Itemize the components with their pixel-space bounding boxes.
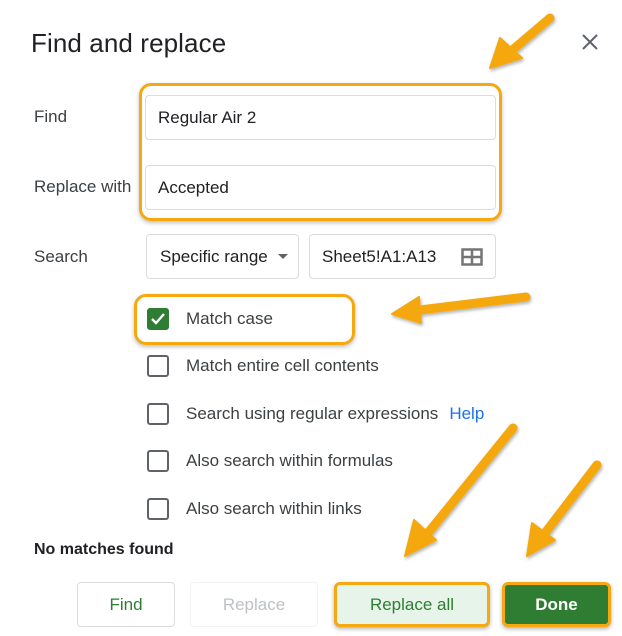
grid-select-icon[interactable]: [461, 247, 483, 266]
help-link[interactable]: Help: [449, 404, 484, 424]
range-input-value: Sheet5!A1:A13: [322, 246, 437, 266]
option-match-entire-cell[interactable]: Match entire cell contents: [147, 355, 379, 377]
replace-input-value: Accepted: [158, 177, 229, 197]
find-label: Find: [34, 107, 68, 126]
search-scope-value: Specific range: [160, 246, 268, 266]
match-case-checkbox[interactable]: [147, 308, 169, 330]
range-input[interactable]: Sheet5!A1:A13: [309, 234, 496, 279]
arrow-to-fields: [489, 13, 555, 69]
search-label: Search: [34, 247, 88, 266]
option-match-case[interactable]: Match case: [147, 308, 273, 330]
status-message: No matches found: [34, 541, 174, 558]
find-input[interactable]: Regular Air 2: [145, 95, 496, 140]
replace-label: Replace with: [34, 177, 132, 196]
chevron-down-icon: [277, 254, 288, 259]
formulas-label: Also search within formulas: [186, 451, 393, 470]
match-case-label: Match case: [186, 309, 273, 328]
links-checkbox[interactable]: [147, 498, 169, 520]
find-button[interactable]: Find: [77, 582, 175, 627]
option-regex[interactable]: Search using regular expressions Help: [147, 403, 484, 425]
match-entire-cell-label: Match entire cell contents: [186, 356, 379, 375]
arrow-to-match-case: [391, 292, 531, 324]
done-button[interactable]: Done: [502, 582, 611, 627]
search-scope-dropdown[interactable]: Specific range: [146, 234, 299, 279]
regex-label: Search using regular expressions: [186, 404, 439, 423]
close-button[interactable]: [578, 30, 602, 54]
checkmark-icon: [151, 313, 165, 325]
links-label: Also search within links: [186, 499, 362, 518]
dialog-title: Find and replace: [31, 28, 227, 58]
find-input-value: Regular Air 2: [158, 107, 257, 127]
replace-input[interactable]: Accepted: [145, 165, 496, 210]
arrow-to-replace-all: [404, 423, 518, 557]
arrow-to-done: [526, 460, 602, 557]
match-entire-cell-checkbox[interactable]: [147, 355, 169, 377]
formulas-checkbox[interactable]: [147, 450, 169, 472]
close-icon: [582, 34, 598, 50]
replace-all-button[interactable]: Replace all: [334, 582, 490, 627]
replace-button[interactable]: Replace: [190, 582, 318, 627]
option-formulas[interactable]: Also search within formulas: [147, 450, 393, 472]
regex-checkbox[interactable]: [147, 403, 169, 425]
option-links[interactable]: Also search within links: [147, 498, 362, 520]
